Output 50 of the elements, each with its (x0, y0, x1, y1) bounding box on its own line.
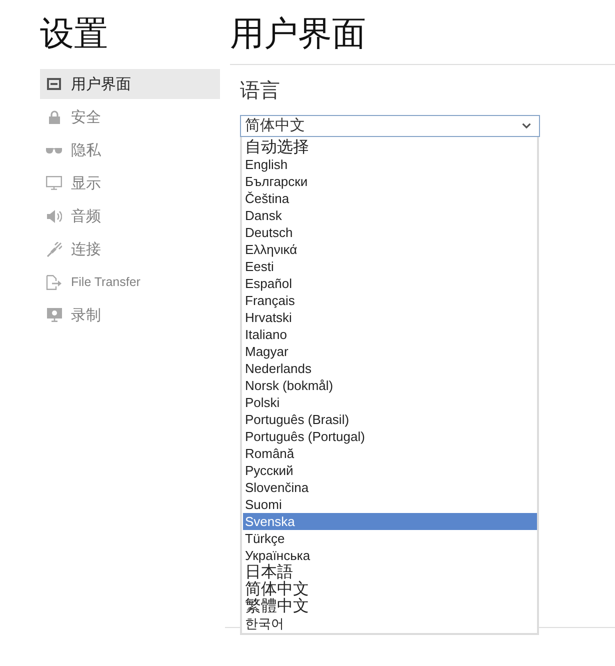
file-arrow-icon (46, 274, 62, 290)
lock-icon (48, 110, 60, 124)
language-option[interactable]: English (243, 156, 537, 173)
monitor-icon (46, 176, 62, 190)
language-option[interactable]: 繁體中文 (243, 598, 537, 615)
window-icon (47, 78, 61, 90)
language-option[interactable]: Български (243, 173, 537, 190)
chevron-down-icon (522, 123, 531, 129)
language-option[interactable]: Русский (243, 462, 537, 479)
page-title: 用户界面 (230, 14, 367, 55)
language-option[interactable]: Español (243, 275, 537, 292)
language-option[interactable]: Deutsch (243, 224, 537, 241)
language-option[interactable]: Slovenčina (243, 479, 537, 496)
language-option[interactable]: 自动选择 (243, 139, 537, 156)
sidebar-item[interactable]: File Transfer (40, 267, 220, 297)
language-select[interactable]: 简体中文 (240, 115, 540, 137)
plug-icon (46, 242, 62, 256)
sidebar-item[interactable]: 录制 (40, 300, 220, 330)
sidebar-item[interactable]: 隐私 (40, 135, 220, 165)
language-option[interactable]: Nederlands (243, 360, 537, 377)
language-option[interactable]: 简体中文 (243, 581, 537, 598)
language-option[interactable]: Português (Portugal) (243, 428, 537, 445)
language-option[interactable]: Dansk (243, 207, 537, 224)
sidebar-item[interactable]: 显示 (40, 168, 220, 198)
language-option[interactable]: Українська (243, 547, 537, 564)
language-option[interactable]: Português (Brasil) (243, 411, 537, 428)
language-option[interactable]: Français (243, 292, 537, 309)
language-option[interactable]: Polski (243, 394, 537, 411)
language-option[interactable]: Svenska (243, 513, 537, 530)
sidebar-item[interactable]: 音频 (40, 201, 220, 231)
settings-title: 设置 (40, 14, 109, 55)
language-option[interactable]: Ελληνικά (243, 241, 537, 258)
monitor-dot-icon (46, 308, 62, 322)
language-option[interactable]: Eesti (243, 258, 537, 275)
language-option[interactable]: 한국어 (243, 615, 537, 632)
language-option[interactable]: Hrvatski (243, 309, 537, 326)
sidebar-item[interactable]: 安全 (40, 102, 220, 132)
language-option[interactable]: Türkçe (243, 530, 537, 547)
section-title: 语言 (240, 79, 281, 103)
language-option[interactable]: 日本語 (243, 564, 537, 581)
language-option[interactable]: Magyar (243, 343, 537, 360)
language-option[interactable]: Čeština (243, 190, 537, 207)
language-option[interactable]: Suomi (243, 496, 537, 513)
speaker-icon (46, 210, 62, 222)
language-option[interactable]: Italiano (243, 326, 537, 343)
glasses-icon (46, 146, 62, 154)
sidebar-item[interactable]: 连接 (40, 234, 220, 264)
language-option[interactable]: Norsk (bokmål) (243, 377, 537, 394)
language-option[interactable]: Română (243, 445, 537, 462)
sidebar-item[interactable]: 用户界面 (40, 69, 220, 99)
